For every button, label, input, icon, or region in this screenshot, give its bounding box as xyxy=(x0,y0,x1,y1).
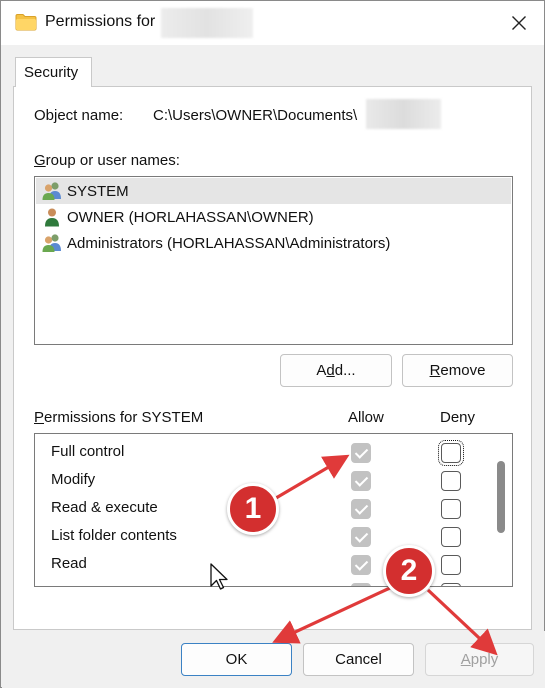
object-name-label: Object name: xyxy=(34,107,124,124)
deny-checkbox[interactable] xyxy=(441,583,461,586)
object-name-value: C:\Users\OWNER\Documents\ xyxy=(153,107,358,124)
group-users-icon xyxy=(41,233,63,253)
step-2-badge: 2 xyxy=(383,545,435,597)
tab-security[interactable]: Security xyxy=(15,57,92,87)
close-button[interactable] xyxy=(499,7,539,39)
user-list[interactable]: SYSTEM OWNER (HORLAHASSAN\OWNER) Adminis… xyxy=(34,176,513,345)
permission-name: Read xyxy=(51,555,87,572)
add-button[interactable]: Ad d... xyxy=(280,354,392,387)
allow-checkbox[interactable] xyxy=(351,499,371,519)
user-icon xyxy=(41,207,63,227)
step-1-badge: 1 xyxy=(227,483,279,535)
allow-checkbox[interactable] xyxy=(351,583,371,586)
permission-name: Modify xyxy=(51,471,96,488)
permissions-label: Permissions for SYSTEM xyxy=(34,409,204,426)
permissions-dialog: Permissions for Security Object name: C:… xyxy=(0,0,545,688)
permission-name: Full control xyxy=(51,443,125,460)
list-item[interactable]: SYSTEM xyxy=(36,178,511,204)
deny-checkbox[interactable] xyxy=(441,527,461,547)
title-bar: Permissions for xyxy=(1,1,544,45)
apply-button[interactable]: Apply xyxy=(425,643,534,676)
allow-checkbox[interactable] xyxy=(351,527,371,547)
allow-checkbox[interactable] xyxy=(351,555,371,575)
close-icon xyxy=(512,16,526,30)
redacted-title-region xyxy=(161,8,253,38)
redacted-path-region xyxy=(366,99,441,129)
permission-name: Read & execute xyxy=(51,499,158,516)
window-title: Permissions for xyxy=(45,13,156,30)
permission-name: List folder contents xyxy=(51,527,177,544)
ok-button[interactable]: OK xyxy=(181,643,292,676)
deny-checkbox[interactable] xyxy=(441,471,461,491)
cancel-button[interactable]: Cancel xyxy=(303,643,414,676)
folder-icon xyxy=(15,13,37,31)
allow-column-header: Allow xyxy=(348,409,384,426)
list-item[interactable]: OWNER (HORLAHASSAN\OWNER) xyxy=(36,204,511,230)
group-names-label: Group or user names: xyxy=(34,152,180,169)
deny-checkbox[interactable] xyxy=(441,499,461,519)
user-name: OWNER (HORLAHASSAN\OWNER) xyxy=(67,208,314,226)
allow-checkbox[interactable] xyxy=(351,443,371,463)
list-item[interactable]: Administrators (HORLAHASSAN\Administrato… xyxy=(36,230,511,256)
allow-checkbox[interactable] xyxy=(351,471,371,491)
user-name: Administrators (HORLAHASSAN\Administrato… xyxy=(67,234,391,252)
mouse-pointer-icon xyxy=(210,563,228,590)
permission-row: Full control xyxy=(35,439,485,467)
deny-checkbox[interactable] xyxy=(441,555,461,575)
remove-button[interactable]: Remove xyxy=(402,354,513,387)
group-users-icon xyxy=(41,181,63,201)
deny-checkbox[interactable] xyxy=(438,440,464,466)
user-name: SYSTEM xyxy=(67,182,129,200)
permissions-scrollbar[interactable] xyxy=(492,434,512,586)
tab-label: Security xyxy=(24,64,79,81)
scrollbar-thumb[interactable] xyxy=(497,461,505,533)
deny-column-header: Deny xyxy=(440,409,476,426)
